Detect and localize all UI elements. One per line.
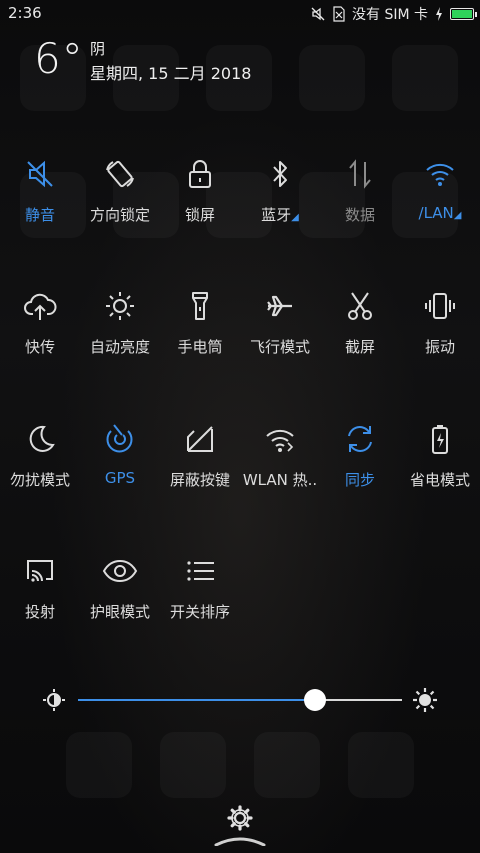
- toggle-screenshot[interactable]: 截屏: [320, 288, 400, 398]
- flashlight-icon: [182, 288, 218, 324]
- toggle-cast[interactable]: 投射: [0, 553, 80, 663]
- brightness-slider[interactable]: [78, 689, 402, 711]
- background-app-icon: [392, 45, 458, 111]
- background-app-icon: [160, 732, 226, 798]
- brightness-low-icon: [42, 688, 66, 712]
- pull-handle-icon[interactable]: [214, 836, 266, 846]
- toggle-quick-transfer[interactable]: 快传: [0, 288, 80, 398]
- brightness-slider-fill: [78, 699, 315, 701]
- no-sim-icon: [333, 6, 345, 22]
- background-app-icon: [254, 732, 320, 798]
- toggle-rotation-lock[interactable]: 方向锁定: [80, 156, 160, 266]
- bluetooth-icon: [262, 156, 298, 192]
- scissors-icon: [342, 288, 378, 324]
- list-icon: [182, 553, 218, 589]
- battery-icon: [450, 8, 477, 20]
- brightness-high-icon: [412, 687, 438, 713]
- eye-icon: [102, 553, 138, 589]
- toggle-reorder-switches[interactable]: 开关排序: [160, 553, 240, 663]
- battery-level-fill: [452, 10, 472, 18]
- toggle-mobile-data[interactable]: 数据: [320, 156, 400, 266]
- toggle-wlan-hotspot[interactable]: WLAN 热..: [240, 421, 320, 531]
- toggle-label-text: /LAN: [418, 204, 454, 222]
- auto-brightness-icon: [102, 288, 138, 324]
- toggle-vibrate[interactable]: 振动: [400, 288, 480, 398]
- charging-icon: [435, 7, 443, 21]
- gear-icon[interactable]: [226, 804, 254, 832]
- toggle-label: 振动: [424, 338, 455, 356]
- toggle-flashlight[interactable]: 手电筒: [160, 288, 240, 398]
- clock: 2:36: [8, 4, 42, 22]
- rotation-lock-icon: [102, 156, 138, 192]
- background-app-icon: [299, 45, 365, 111]
- hotspot-icon: [262, 421, 298, 457]
- status-bar: 2:36 没有 SIM 卡: [0, 0, 480, 28]
- toggle-label: 省电模式: [409, 471, 470, 489]
- vibrate-icon: [422, 288, 458, 324]
- toggle-wlan[interactable]: /LAN◢: [400, 156, 480, 266]
- sync-icon: [342, 421, 378, 457]
- brightness-control: [0, 680, 480, 720]
- cloud-upload-icon: [22, 288, 58, 324]
- mute-icon: [310, 6, 326, 22]
- toggle-label: 开关排序: [169, 603, 230, 621]
- toggle-airplane-mode[interactable]: 飞行模式: [240, 288, 320, 398]
- date-text: 星期四, 15 二月 2018: [90, 64, 252, 83]
- toggle-disable-keys[interactable]: 屏蔽按键: [160, 421, 240, 531]
- moon-icon: [22, 421, 58, 457]
- expand-indicator-icon: ◢: [291, 212, 299, 223]
- cast-icon: [22, 553, 58, 589]
- background-app-icon: [66, 732, 132, 798]
- gps-icon: [102, 421, 138, 457]
- brightness-slider-thumb[interactable]: [303, 689, 326, 711]
- toggle-gps[interactable]: GPS: [80, 421, 160, 531]
- temperature: 6°: [34, 34, 84, 83]
- toggle-mute[interactable]: 静音: [0, 156, 80, 266]
- data-icon: [342, 156, 378, 192]
- toggle-label-text: 蓝牙: [261, 206, 292, 224]
- toggle-do-not-disturb[interactable]: 勿扰模式: [0, 421, 80, 531]
- toggle-battery-saver[interactable]: 省电模式: [400, 421, 480, 531]
- wifi-icon: [422, 156, 458, 192]
- mute-icon: [22, 156, 58, 192]
- expand-indicator-icon: ◢: [453, 210, 462, 221]
- background-app-icon: [348, 732, 414, 798]
- toggle-auto-brightness[interactable]: 自动亮度: [80, 288, 160, 398]
- lock-icon: [182, 156, 218, 192]
- weather-condition: 阴: [90, 40, 106, 58]
- status-icons: 没有 SIM 卡: [310, 4, 477, 24]
- carrier-text: 没有 SIM 卡: [352, 7, 428, 23]
- toggle-bluetooth[interactable]: 蓝牙◢: [240, 156, 320, 266]
- toggle-label: /LAN◢: [390, 204, 480, 222]
- battery-saver-icon: [422, 421, 458, 457]
- toggle-sync[interactable]: 同步: [320, 421, 400, 531]
- toggle-eye-protection[interactable]: 护眼模式: [80, 553, 160, 663]
- airplane-icon: [262, 288, 298, 324]
- toggle-lock-screen[interactable]: 锁屏: [160, 156, 240, 266]
- disable-keys-icon: [182, 421, 218, 457]
